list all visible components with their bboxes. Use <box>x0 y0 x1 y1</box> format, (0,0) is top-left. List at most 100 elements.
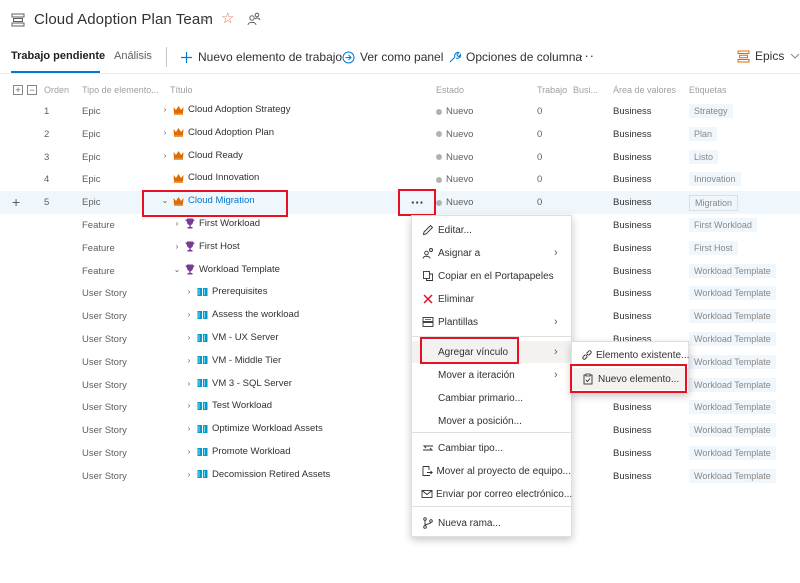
work-item-title-link[interactable]: Workload Template <box>199 264 280 275</box>
column-header-work[interactable]: Trabajo <box>537 85 567 95</box>
work-item-title-link[interactable]: Optimize Workload Assets <box>212 423 323 434</box>
work-item-title-link[interactable]: Decomission Retired Assets <box>212 469 330 480</box>
table-row[interactable]: 2 Epic › Cloud Adoption Plan Nuevo 0 Business P… <box>0 123 800 146</box>
tag-chip[interactable]: Workload Template <box>689 377 776 392</box>
tag-chip[interactable]: Workload Template <box>689 400 776 415</box>
menu-item-enviar-por-correo-electronico[interactable]: Enviar por correo electrónico... <box>412 483 572 505</box>
expand-chevron-icon[interactable]: › <box>184 356 194 365</box>
table-row[interactable]: 3 Epic › Cloud Ready Nuevo 0 Business Listo <box>0 146 800 169</box>
tag-chip[interactable]: Workload Template <box>689 468 776 483</box>
column-header-value-area[interactable]: Área de valores <box>613 85 676 95</box>
tag-chip[interactable]: First Host <box>689 240 738 255</box>
tab-trabajo-pendiente[interactable]: Trabajo pendiente <box>11 50 105 62</box>
table-row[interactable]: 1 Epic › Cloud Adoption Strategy Nuevo 0 Busin… <box>0 100 800 123</box>
table-row[interactable]: Feature › First Host Business First Host <box>0 237 800 260</box>
tag-chip[interactable]: Listo <box>689 149 719 164</box>
table-row[interactable]: User Story › Promote Workload Business Workl… <box>0 442 800 465</box>
menu-item-asignar-a[interactable]: Asignar a › <box>412 242 571 264</box>
tag-chip[interactable]: Workload Template <box>689 354 776 369</box>
new-work-item-button[interactable]: Nuevo elemento de trabajo <box>180 48 342 66</box>
team-members-icon[interactable] <box>247 12 261 26</box>
table-row[interactable]: User Story › Optimize Workload Assets Busin… <box>0 419 800 442</box>
menu-item-label: Nueva rama... <box>438 517 501 529</box>
view-as-board-button[interactable]: Ver como panel <box>342 48 443 66</box>
row-more-actions-button[interactable]: ··· <box>400 190 435 215</box>
add-child-button[interactable]: + <box>12 194 20 210</box>
expand-chevron-icon[interactable]: › <box>160 151 170 160</box>
submenu-item-existing-item[interactable]: Elemento existente... <box>572 344 689 366</box>
work-item-title-link[interactable]: Prerequisites <box>212 286 267 297</box>
menu-item-mover-a-posicion[interactable]: Mover a posición... <box>412 410 571 432</box>
work-item-title-link[interactable]: VM - UX Server <box>212 332 279 343</box>
expand-chevron-icon[interactable]: › <box>184 310 194 319</box>
more-actions-button[interactable]: ··· <box>579 48 595 63</box>
column-header-title[interactable]: Título <box>170 85 193 95</box>
expand-chevron-icon[interactable]: › <box>184 447 194 456</box>
collapse-chevron-icon[interactable]: ⌄ <box>172 265 182 274</box>
menu-item-eliminar[interactable]: Eliminar <box>412 288 571 310</box>
chevron-down-icon <box>790 53 800 59</box>
menu-item-mover-a-iteracion[interactable]: Mover a iteración › <box>412 364 571 386</box>
expand-chevron-icon[interactable]: › <box>172 219 182 228</box>
table-row[interactable]: User Story › Prerequisites Business Workload… <box>0 282 800 305</box>
expand-chevron-icon[interactable]: › <box>172 242 182 251</box>
star-icon[interactable]: ☆ <box>221 11 234 26</box>
expand-chevron-icon[interactable]: › <box>184 470 194 479</box>
expand-chevron-icon[interactable]: › <box>184 379 194 388</box>
table-row[interactable]: Feature ⌄ Workload Template Business Workloa… <box>0 260 800 283</box>
table-row[interactable]: User Story › Decomission Retired Assets Bus… <box>0 465 800 488</box>
collapse-all-button[interactable]: − <box>27 85 37 95</box>
tag-chip[interactable]: First Workload <box>689 218 757 232</box>
table-row[interactable]: User Story › Assess the workload Business Wo… <box>0 305 800 328</box>
tag-chip[interactable]: Workload Template <box>689 309 776 324</box>
column-header-state[interactable]: Estado <box>436 85 464 95</box>
expand-chevron-icon[interactable]: › <box>160 105 170 114</box>
tag-chip[interactable]: Plan <box>689 126 718 141</box>
work-item-title-link[interactable]: Cloud Adoption Plan <box>188 127 274 138</box>
tag-chip[interactable]: Workload Template <box>689 423 776 438</box>
work-item-title-link[interactable]: Promote Workload <box>212 446 291 457</box>
expand-chevron-icon[interactable]: › <box>184 287 194 296</box>
tag-chip[interactable]: Workload Template <box>689 286 776 301</box>
menu-item-editar[interactable]: Editar... <box>412 219 571 241</box>
work-item-title-link[interactable]: VM 3 - SQL Server <box>212 378 292 389</box>
menu-item-plantillas[interactable]: Plantillas › <box>412 311 571 333</box>
tab-analisis[interactable]: Análisis <box>114 50 152 62</box>
table-row[interactable]: Feature › First Workload Business First Work… <box>0 214 800 237</box>
tag-chip[interactable]: Innovation <box>689 172 741 187</box>
work-item-title-link[interactable]: First Workload <box>199 218 260 229</box>
story-type-icon <box>197 378 208 388</box>
column-header-order[interactable]: Orden <box>44 85 69 95</box>
column-header-business[interactable]: Busi... <box>573 85 598 95</box>
work-item-title-link[interactable]: Cloud Ready <box>188 150 243 161</box>
work-item-title-link[interactable]: VM - Middle Tier <box>212 355 281 366</box>
expand-chevron-icon[interactable]: › <box>184 333 194 342</box>
work-item-title-link[interactable]: Cloud Adoption Strategy <box>188 104 290 115</box>
tag-chip[interactable]: Workload Template <box>689 332 776 346</box>
tag-chip[interactable]: Workload Template <box>689 446 776 460</box>
menu-item-cambiar-tipo[interactable]: Cambiar tipo... <box>412 437 571 459</box>
work-item-title-link[interactable]: First Host <box>199 241 240 252</box>
table-row[interactable]: User Story › Test Workload Business Workload… <box>0 396 800 419</box>
tag-chip[interactable]: Workload Template <box>689 263 776 278</box>
expand-all-button[interactable]: + <box>13 85 23 95</box>
column-options-button[interactable]: Opciones de columna <box>448 48 582 66</box>
work-item-title-link[interactable]: Cloud Innovation <box>188 172 259 183</box>
work-item-title-link[interactable]: Assess the workload <box>212 309 299 320</box>
menu-item-cambiar-primario[interactable]: Cambiar primario... <box>412 387 571 409</box>
team-title[interactable]: Cloud Adoption Plan Team <box>34 11 213 28</box>
column-header-tags[interactable]: Etiquetas <box>689 85 727 95</box>
table-row[interactable]: 4 Epic Cloud Innovation Nuevo 0 Business Innov… <box>0 168 800 191</box>
tag-chip[interactable]: Strategy <box>689 104 733 118</box>
chevron-down-icon[interactable] <box>199 13 211 25</box>
menu-item-nueva-rama[interactable]: Nueva rama... <box>412 512 571 534</box>
expand-chevron-icon[interactable]: › <box>184 401 194 410</box>
column-header-type[interactable]: Tipo de elemento... <box>82 85 159 95</box>
backlog-level-selector[interactable]: Epics <box>737 49 800 63</box>
expand-chevron-icon[interactable]: › <box>184 424 194 433</box>
tag-chip[interactable]: Migration <box>689 195 739 212</box>
work-item-title-link[interactable]: Test Workload <box>212 400 272 411</box>
expand-chevron-icon[interactable]: › <box>160 128 170 137</box>
menu-item-copiar-en-el-portapapeles[interactable]: Copiar en el Portapapeles <box>412 265 571 287</box>
menu-item-mover-al-proyecto-de-equipo[interactable]: Mover al proyecto de equipo... <box>412 460 571 482</box>
